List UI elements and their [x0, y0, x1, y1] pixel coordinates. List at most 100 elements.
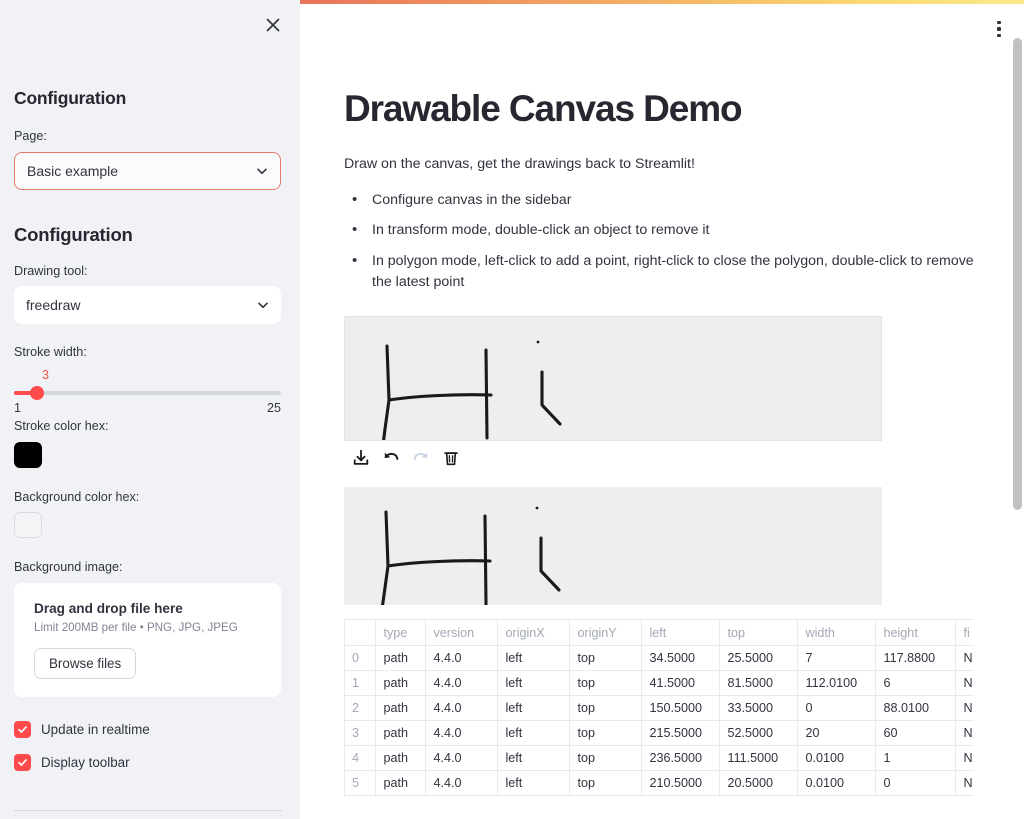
cell-width: 0.0100 — [797, 771, 875, 796]
checkbox-update-in-realtime[interactable]: Update in realtime — [14, 721, 282, 738]
redo-icon — [410, 448, 431, 469]
cell-originx: left — [497, 646, 569, 671]
cell-left: 150.5000 — [641, 696, 719, 721]
page-select-value: Basic example — [27, 163, 118, 179]
cell-top: 111.5000 — [719, 746, 797, 771]
trash-icon[interactable] — [440, 448, 461, 469]
cell-version: 4.4.0 — [425, 771, 497, 796]
checkbox-display-toolbar[interactable]: Display toolbar — [14, 754, 282, 771]
column-header-top[interactable]: top — [719, 620, 797, 646]
table-row[interactable]: 3path4.4.0lefttop215.500052.50002060N — [345, 721, 974, 746]
cell-originy: top — [569, 721, 641, 746]
row-index: 2 — [345, 696, 375, 721]
table-row[interactable]: 4path4.4.0lefttop236.5000111.50000.01001… — [345, 746, 974, 771]
cell-top: 25.5000 — [719, 646, 797, 671]
cell-version: 4.4.0 — [425, 696, 497, 721]
cell-version: 4.4.0 — [425, 721, 497, 746]
objects-dataframe[interactable]: type version originX originY left top wi… — [344, 619, 974, 797]
sidebar: Configuration Page: Basic example Config… — [0, 0, 300, 819]
cell-left: 236.5000 — [641, 746, 719, 771]
more-options-button[interactable] — [988, 16, 1010, 42]
row-index: 0 — [345, 646, 375, 671]
drawing-tool-select[interactable]: freedraw — [14, 286, 281, 324]
drawing-tool-select-value: freedraw — [26, 297, 80, 313]
drawable-canvas[interactable] — [344, 316, 882, 441]
cell-originx: left — [497, 746, 569, 771]
cell-height: 117.8800 — [875, 646, 955, 671]
sidebar-close-button[interactable] — [260, 12, 286, 38]
row-index: 4 — [345, 746, 375, 771]
cell-version: 4.4.0 — [425, 646, 497, 671]
canvas-dot — [536, 506, 539, 509]
canvas-toolbar — [350, 448, 1024, 469]
cell-height: 6 — [875, 671, 955, 696]
download-icon[interactable] — [350, 448, 371, 469]
cell-originy: top — [569, 746, 641, 771]
list-item: Configure canvas in the sidebar — [344, 190, 984, 212]
slider-min-label: 1 — [14, 401, 21, 415]
column-header-version[interactable]: version — [425, 620, 497, 646]
cell-top: 52.5000 — [719, 721, 797, 746]
sidebar-heading-configuration: Configuration — [14, 88, 282, 109]
stroke-color-swatch[interactable] — [14, 442, 42, 468]
cell-left: 41.5000 — [641, 671, 719, 696]
chevron-down-icon — [255, 164, 269, 178]
cell-width: 20 — [797, 721, 875, 746]
row-index: 3 — [345, 721, 375, 746]
slider-max-label: 25 — [267, 401, 281, 415]
column-header-height[interactable]: height — [875, 620, 955, 646]
undo-icon[interactable] — [380, 448, 401, 469]
browse-files-button[interactable]: Browse files — [34, 648, 136, 679]
canvas-result-image — [344, 487, 882, 605]
file-uploader-dropzone[interactable]: Drag and drop file here Limit 200MB per … — [14, 583, 281, 697]
cell-top: 81.5000 — [719, 671, 797, 696]
column-header-originy[interactable]: originY — [569, 620, 641, 646]
column-header-fill[interactable]: fi — [955, 620, 974, 646]
cell-type: path — [375, 746, 425, 771]
cell-left: 215.5000 — [641, 721, 719, 746]
checkbox-label: Display toolbar — [41, 755, 130, 770]
column-header-width[interactable]: width — [797, 620, 875, 646]
cell-originy: top — [569, 646, 641, 671]
cell-height: 0 — [875, 771, 955, 796]
uploader-limits: Limit 200MB per file • PNG, JPG, JPEG — [34, 621, 265, 634]
page-label: Page: — [14, 128, 282, 146]
vertical-scrollbar[interactable] — [1013, 38, 1022, 510]
row-index: 1 — [345, 671, 375, 696]
cell-fill: N — [955, 771, 974, 796]
slider-track[interactable] — [14, 391, 281, 395]
stroke-width-slider[interactable]: 3 1 25 — [14, 368, 281, 414]
cell-version: 4.4.0 — [425, 671, 497, 696]
column-header-type[interactable]: type — [375, 620, 425, 646]
sidebar-heading-configuration-2: Configuration — [14, 224, 282, 246]
table-row[interactable]: 1path4.4.0lefttop41.500081.5000112.01006… — [345, 671, 974, 696]
stroke-width-label: Stroke width: — [14, 344, 282, 362]
canvas-result-drawing — [344, 487, 882, 605]
table-row[interactable]: 5path4.4.0lefttop210.500020.50000.01000N — [345, 771, 974, 796]
cell-width: 7 — [797, 646, 875, 671]
column-header-originx[interactable]: originX — [497, 620, 569, 646]
column-header-left[interactable]: left — [641, 620, 719, 646]
cell-fill: N — [955, 721, 974, 746]
table-header-row: type version originX originY left top wi… — [345, 620, 974, 646]
cell-type: path — [375, 671, 425, 696]
table-row[interactable]: 0path4.4.0lefttop34.500025.50007117.8800… — [345, 646, 974, 671]
table-body: 0path4.4.0lefttop34.500025.50007117.8800… — [345, 646, 974, 796]
main-content: Drawable Canvas Demo Draw on the canvas,… — [300, 4, 1024, 819]
uploader-title: Drag and drop file here — [34, 601, 265, 616]
top-gradient-bar — [300, 0, 1024, 4]
page-select[interactable]: Basic example — [14, 152, 281, 190]
more-options-icon — [997, 27, 1001, 31]
row-index: 5 — [345, 771, 375, 796]
cell-top: 20.5000 — [719, 771, 797, 796]
cell-top: 33.5000 — [719, 696, 797, 721]
cell-originx: left — [497, 771, 569, 796]
list-item: In polygon mode, left-click to add a poi… — [344, 251, 984, 294]
cell-height: 88.0100 — [875, 696, 955, 721]
slider-thumb[interactable] — [30, 386, 44, 400]
background-color-swatch[interactable] — [14, 512, 42, 538]
cell-originy: top — [569, 696, 641, 721]
cell-left: 210.5000 — [641, 771, 719, 796]
cell-originy: top — [569, 671, 641, 696]
table-row[interactable]: 2path4.4.0lefttop150.500033.5000088.0100… — [345, 696, 974, 721]
